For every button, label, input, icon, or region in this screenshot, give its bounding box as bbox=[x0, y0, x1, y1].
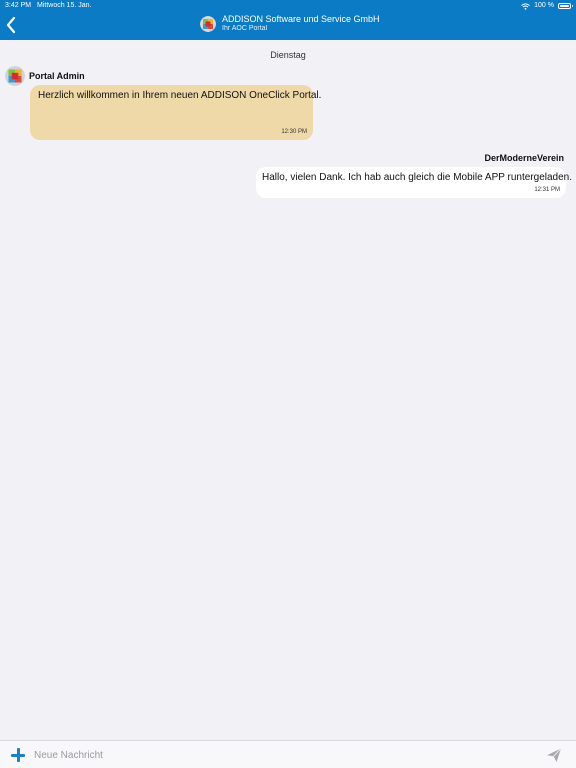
message-text-own: Hallo, vielen Dank. Ich hab auch gleich … bbox=[262, 172, 573, 183]
message-time: 12:30 PM bbox=[281, 129, 307, 135]
day-separator: Dienstag bbox=[270, 50, 306, 60]
message-composer bbox=[0, 740, 576, 768]
chevron-left-icon[interactable] bbox=[4, 16, 20, 34]
message-bubble-outgoing[interactable]: Hallo, vielen Dank. Ich hab auch gleich … bbox=[256, 167, 572, 198]
message-input[interactable] bbox=[32, 746, 516, 764]
chat-title: ADDISON Software und Service GmbH bbox=[222, 14, 380, 24]
status-date: Mittwoch 15. Jan. bbox=[37, 2, 92, 9]
company-avatar bbox=[200, 15, 216, 32]
sender-avatar bbox=[5, 66, 25, 86]
message-bubble-incoming[interactable]: Herzlich willkommen in Ihrem neuen ADDIS… bbox=[30, 85, 321, 140]
chat-subtitle: Ihr AOC Portal bbox=[222, 25, 268, 32]
chat-header-info: ADDISON Software und Service GmbH Ihr AO… bbox=[200, 14, 380, 33]
plus-icon[interactable] bbox=[11, 748, 25, 762]
battery-level-fill bbox=[560, 5, 569, 7]
battery-icon bbox=[558, 3, 573, 9]
message-text: Herzlich willkommen in Ihrem neuen ADDIS… bbox=[38, 90, 322, 101]
message-time-own: 12:31 PM bbox=[534, 187, 560, 193]
sender-name-own: DerModerneVerein bbox=[484, 153, 564, 163]
wifi-icon bbox=[521, 2, 530, 10]
message-sender-row: Portal Admin bbox=[5, 66, 85, 86]
status-indicators: 100 % bbox=[521, 0, 573, 12]
app-header: 3:42 PM Mittwoch 15. Jan. 100 % ADDISON … bbox=[0, 0, 576, 40]
message-sender-row-own: DerModerneVerein bbox=[484, 153, 564, 163]
status-time: 3:42 PM bbox=[5, 2, 32, 9]
paper-plane-icon[interactable] bbox=[546, 747, 562, 763]
sender-name: Portal Admin bbox=[29, 71, 85, 81]
battery-percentage: 100 % bbox=[534, 2, 554, 9]
status-bar: 3:42 PM Mittwoch 15. Jan. 100 % bbox=[0, 0, 576, 12]
